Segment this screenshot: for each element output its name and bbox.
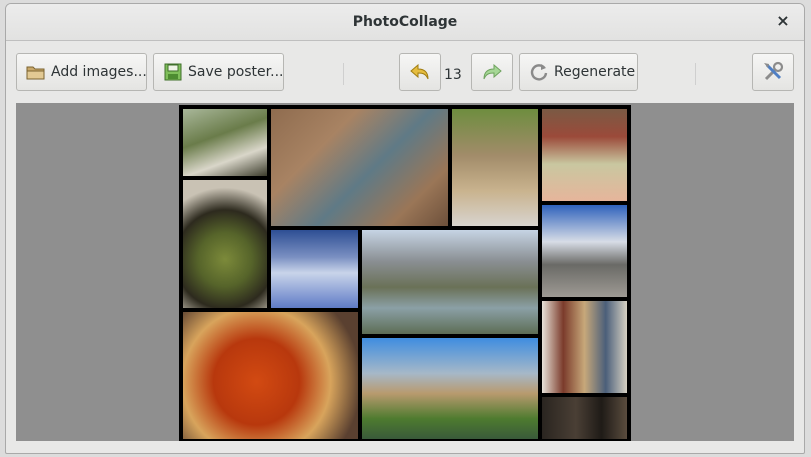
close-icon[interactable]: ×: [772, 10, 794, 32]
photo-tile: [542, 397, 627, 439]
photo-tile: [183, 109, 267, 176]
photo-tile: [183, 312, 358, 439]
window-title: PhotoCollage: [352, 14, 458, 30]
photo-tile: [542, 301, 627, 393]
regenerate-button[interactable]: Regenerate: [519, 53, 638, 91]
redo-arrow-icon: [480, 61, 504, 83]
save-poster-label: Save poster...: [188, 64, 284, 80]
settings-button[interactable]: [752, 53, 794, 91]
photo-tile: [271, 230, 358, 308]
photo-tile: [452, 109, 538, 226]
refresh-icon: [528, 61, 550, 83]
history-count: 13: [444, 67, 462, 83]
folder-icon: [25, 61, 47, 83]
collage-poster[interactable]: [179, 105, 631, 441]
undo-arrow-icon: [408, 61, 432, 83]
save-image-icon: [162, 61, 184, 83]
collage-canvas: [16, 103, 794, 441]
toolbar: Add images... Save poster... 13 Regenera…: [6, 41, 804, 102]
redo-button[interactable]: [471, 53, 513, 91]
photo-tile: [271, 109, 448, 226]
photo-tile: [542, 205, 627, 297]
title-bar: PhotoCollage ×: [6, 4, 804, 41]
add-images-label: Add images...: [51, 64, 147, 80]
save-poster-button[interactable]: Save poster...: [153, 53, 284, 91]
photo-tile: [542, 109, 627, 201]
undo-button[interactable]: [399, 53, 441, 91]
photo-tile: [362, 338, 538, 439]
toolbar-separator: [695, 63, 696, 85]
photo-tile: [183, 180, 267, 308]
photo-tile: [362, 230, 538, 334]
photocollage-window: PhotoCollage × Add images... Save poster…: [5, 3, 805, 454]
regenerate-label: Regenerate: [554, 64, 636, 80]
add-images-button[interactable]: Add images...: [16, 53, 147, 91]
toolbar-separator: [343, 63, 344, 85]
tools-icon: [761, 60, 785, 84]
